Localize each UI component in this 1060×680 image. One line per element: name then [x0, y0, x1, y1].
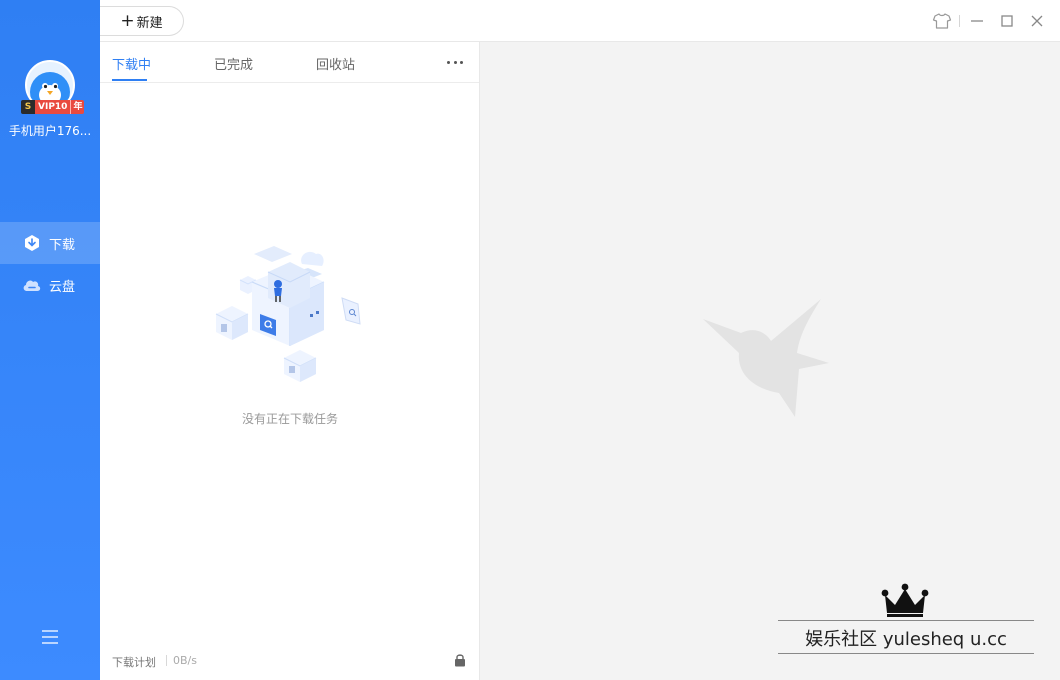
empty-state-text: 没有正在下载任务 — [241, 412, 338, 426]
sidebar-item-label: 下载 — [49, 237, 76, 253]
download-icon — [22, 233, 42, 253]
crown-icon — [881, 583, 929, 619]
empty-state-illustration — [212, 242, 367, 392]
tab-completed[interactable]: 已完成 — [214, 54, 253, 73]
divider — [778, 653, 1034, 654]
vip-s-icon: S — [21, 100, 35, 114]
sidebar-item-cloud[interactable]: 云盘 — [0, 264, 100, 306]
hamburger-menu-icon[interactable] — [40, 628, 60, 646]
download-plan-button[interactable]: 下载计划 — [112, 654, 156, 670]
new-task-label: 新建 — [136, 15, 163, 31]
tab-recycle-bin[interactable]: 回收站 — [316, 54, 355, 73]
plus-icon: + — [120, 10, 135, 31]
hummingbird-logo-icon — [701, 297, 831, 422]
watermark: 娱乐社区 yulesheq u.cc — [778, 583, 1034, 655]
divider — [959, 15, 960, 27]
divider — [166, 655, 167, 666]
active-tab-indicator — [112, 79, 147, 81]
divider — [778, 620, 1034, 621]
more-options-icon[interactable] — [447, 55, 463, 69]
username[interactable]: 手机用户176... — [0, 122, 100, 139]
close-icon[interactable] — [1022, 10, 1052, 32]
sidebar: S VIP10 年 手机用户176... 下载 云盘 — [0, 0, 100, 680]
tab-bar: 下载中 已完成 回收站 — [100, 42, 479, 83]
minimize-icon[interactable] — [962, 10, 992, 32]
sidebar-item-label: 云盘 — [49, 279, 76, 295]
panel-footer: 下载计划 0B/s — [100, 642, 480, 680]
skin-icon[interactable] — [927, 10, 957, 32]
avatar[interactable]: S VIP10 年 — [21, 60, 85, 114]
watermark-text: 娱乐社区 yulesheq u.cc — [805, 629, 1007, 650]
download-panel: 下载中 已完成 回收站 没有正在下载任务 下载计划 0B/s — [100, 42, 480, 680]
sidebar-item-download[interactable]: 下载 — [0, 222, 100, 264]
vip-badge[interactable]: S VIP10 年 — [21, 100, 85, 114]
cloud-icon — [22, 275, 42, 295]
window-controls — [927, 10, 1052, 32]
download-speed: 0B/s — [173, 654, 197, 667]
maximize-icon[interactable] — [992, 10, 1022, 32]
vip-year: 年 — [70, 100, 85, 114]
tab-downloading[interactable]: 下载中 — [112, 54, 151, 73]
vip-level: VIP10 — [35, 100, 71, 114]
new-task-button[interactable]: + 新建 — [100, 6, 184, 36]
top-bar: + 新建 — [100, 0, 1060, 42]
lock-icon[interactable] — [454, 653, 466, 667]
